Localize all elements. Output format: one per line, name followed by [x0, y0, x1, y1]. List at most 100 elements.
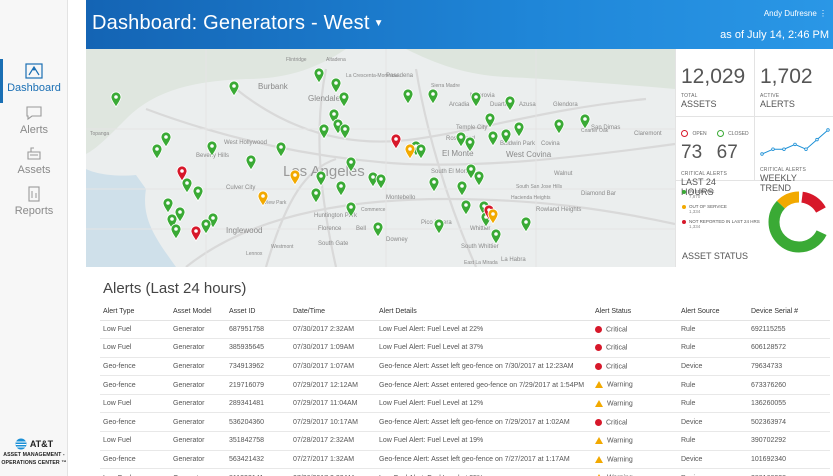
table-row[interactable]: Low Fuel Generator 687951758 07/30/2017 2:3… — [100, 320, 830, 340]
table-row[interactable]: Low FuelGenerator81133314107/26/2017 2:3… — [100, 468, 830, 476]
active-alerts-card[interactable]: 1,702 ACTIVE ALERTS — [754, 49, 833, 117]
table-cell: Geo-fence Alert: Asset left geo-fence on… — [376, 412, 592, 433]
table-cell: 219716079 — [226, 375, 290, 395]
dashboard-selector[interactable]: Dashboard: Generators - West ▼ — [92, 12, 384, 35]
legend-value: 1,334 — [689, 209, 701, 214]
map-label: Commerce — [361, 207, 386, 213]
table-row[interactable]: Geo-fence Generator 734913962 07/30/2017 1:… — [100, 357, 830, 377]
sidebar-item-label: Assets — [17, 164, 51, 176]
asset-status-donut[interactable] — [766, 189, 832, 255]
map-label: La Crescenta-Montrose — [346, 73, 398, 79]
legend-not-reported: NOT REPORTED IN LAST 24 HRS 1,334 — [682, 219, 772, 229]
column-header[interactable]: Alert Details — [376, 303, 592, 321]
table-cell: Warning — [592, 468, 678, 476]
table-cell: Low Fuel — [100, 394, 170, 414]
table-cell: Critical — [592, 338, 678, 358]
total-assets-card[interactable]: 12,029 TOTAL ASSETS — [675, 49, 754, 117]
table-cell: Generator — [170, 375, 226, 395]
map-label: Claremont — [634, 131, 662, 137]
map-label: Sierra Madre — [431, 83, 460, 89]
status-label: Warning — [607, 381, 633, 389]
column-header[interactable]: Asset ID — [226, 303, 290, 321]
critical-alerts-card[interactable]: OPEN 73 CLOSED 67 CRITICAL ALERTS LAST 2… — [675, 117, 754, 197]
active-alerts-value: 1,702 — [760, 65, 813, 88]
header-bar: Dashboard: Generators - West ▼ Andy Dufre… — [86, 0, 833, 49]
user-menu[interactable]: Andy Dufresne ⋮ — [764, 9, 827, 18]
table-cell: 734913962 — [226, 357, 290, 377]
column-header[interactable]: Asset Model — [170, 303, 226, 321]
map-label: Inglewood — [226, 226, 262, 235]
table-header-row: Alert Type Asset Model Asset ID Date/Tim… — [100, 303, 830, 321]
active-alerts-label-2: ALERTS — [760, 99, 795, 109]
table-cell: Generator — [170, 412, 226, 433]
status-label: Warning — [607, 400, 633, 408]
table-cell: Rule — [678, 338, 748, 358]
report-icon — [28, 186, 40, 202]
table-cell: Warning — [592, 450, 678, 470]
sidebar-item-reports[interactable]: Reports — [0, 186, 68, 236]
chat-icon — [26, 106, 42, 121]
table-row[interactable]: Geo-fence Generator 219716079 07/29/2017 12… — [100, 375, 830, 395]
map-label: Glendale — [308, 94, 341, 103]
closed-alerts: CLOSED 67 — [716, 125, 749, 162]
asset-status-card[interactable]: IN SERVICE 7,870 OUT OF SERVICE 1,334 NOT … — [675, 181, 833, 267]
table-cell: 351842758 — [226, 431, 290, 451]
asset-status-title: ASSET STATUS — [682, 251, 749, 261]
table-cell: Geo-fence — [100, 375, 170, 395]
table-cell: Rule — [678, 320, 748, 340]
table-cell: Low Fuel — [100, 338, 170, 358]
map-label: Downey — [386, 237, 408, 243]
column-header[interactable]: Device Serial # — [748, 303, 830, 321]
table-row[interactable]: Low Fuel Generator 289341481 07/29/2017 11:… — [100, 394, 830, 414]
weekly-trend-card[interactable]: CRITICAL ALERTS WEEKLY TREND — [754, 117, 833, 193]
last-updated: as of July 14, 2:46 PM — [720, 29, 829, 41]
sidebar-item-label: Dashboard — [7, 82, 61, 94]
table-row[interactable]: Geo-fence Generator 563421432 07/27/2017 1:… — [100, 450, 830, 470]
map-label: Hacienda Heights — [511, 195, 551, 201]
table-cell: Generator — [170, 394, 226, 414]
warning-status-icon — [595, 381, 603, 389]
user-name: Andy Dufresne — [763, 9, 817, 18]
legend-dot — [682, 220, 686, 224]
table-row[interactable]: Low Fuel Generator 351842758 07/28/2017 2:3… — [100, 431, 830, 451]
table-cell: 101692340 — [748, 450, 830, 470]
closed-ring-icon — [716, 130, 724, 138]
table-row[interactable]: Geo-fence Generator 536204360 07/29/2017 10… — [100, 412, 830, 433]
total-assets-label-2: ASSETS — [681, 99, 717, 109]
closed-label: CLOSED — [728, 130, 749, 137]
table-cell: 136260055 — [748, 394, 830, 414]
table-cell: 289341481 — [226, 394, 290, 414]
column-header[interactable]: Date/Time — [290, 303, 376, 321]
legend-dot — [682, 190, 686, 194]
legend-value: 7,870 — [689, 194, 701, 199]
table-cell: Low Fuel — [100, 320, 170, 340]
sidebar: Dashboard Alerts Assets Reports AT&T ASS… — [0, 0, 68, 476]
column-header[interactable]: Alert Status — [592, 303, 678, 321]
trend-point — [804, 147, 808, 151]
table-row[interactable]: Low Fuel Generator 385935645 07/30/2017 1:0… — [100, 338, 830, 358]
trend-point — [826, 128, 830, 132]
column-header[interactable]: Alert Type — [100, 303, 170, 321]
map-label: Glendora — [553, 102, 578, 108]
trend-point — [793, 142, 797, 147]
table-cell: 536204360 — [226, 412, 290, 433]
table-cell: 07/29/2017 11:04AM — [290, 394, 376, 414]
critical-status-icon — [595, 325, 602, 333]
table-cell: Critical — [592, 412, 678, 433]
table-cell: Device — [678, 468, 748, 476]
column-header[interactable]: Alert Source — [678, 303, 748, 321]
map-label: Bell — [356, 226, 366, 232]
map-canvas[interactable]: Burbank Glendale Los Angeles West Hollyw… — [86, 49, 675, 267]
map-label: Culver City — [226, 185, 255, 191]
status-label: Warning — [607, 437, 633, 445]
table-cell: 07/27/2017 1:32AM — [290, 450, 376, 470]
table-cell: Generator — [170, 357, 226, 377]
table-cell: Warning — [592, 431, 678, 451]
asset-map[interactable]: Burbank Glendale Los Angeles West Hollyw… — [86, 49, 675, 267]
table-cell: Low Fuel Alert: Fuel Level at 19% — [376, 431, 592, 451]
map-label: Rowland Heights — [536, 207, 581, 213]
status-label: Critical — [606, 418, 628, 426]
table-cell: Low Fuel — [100, 431, 170, 451]
table-cell: 79634733 — [748, 357, 830, 377]
table-cell: Geo-fence — [100, 357, 170, 377]
